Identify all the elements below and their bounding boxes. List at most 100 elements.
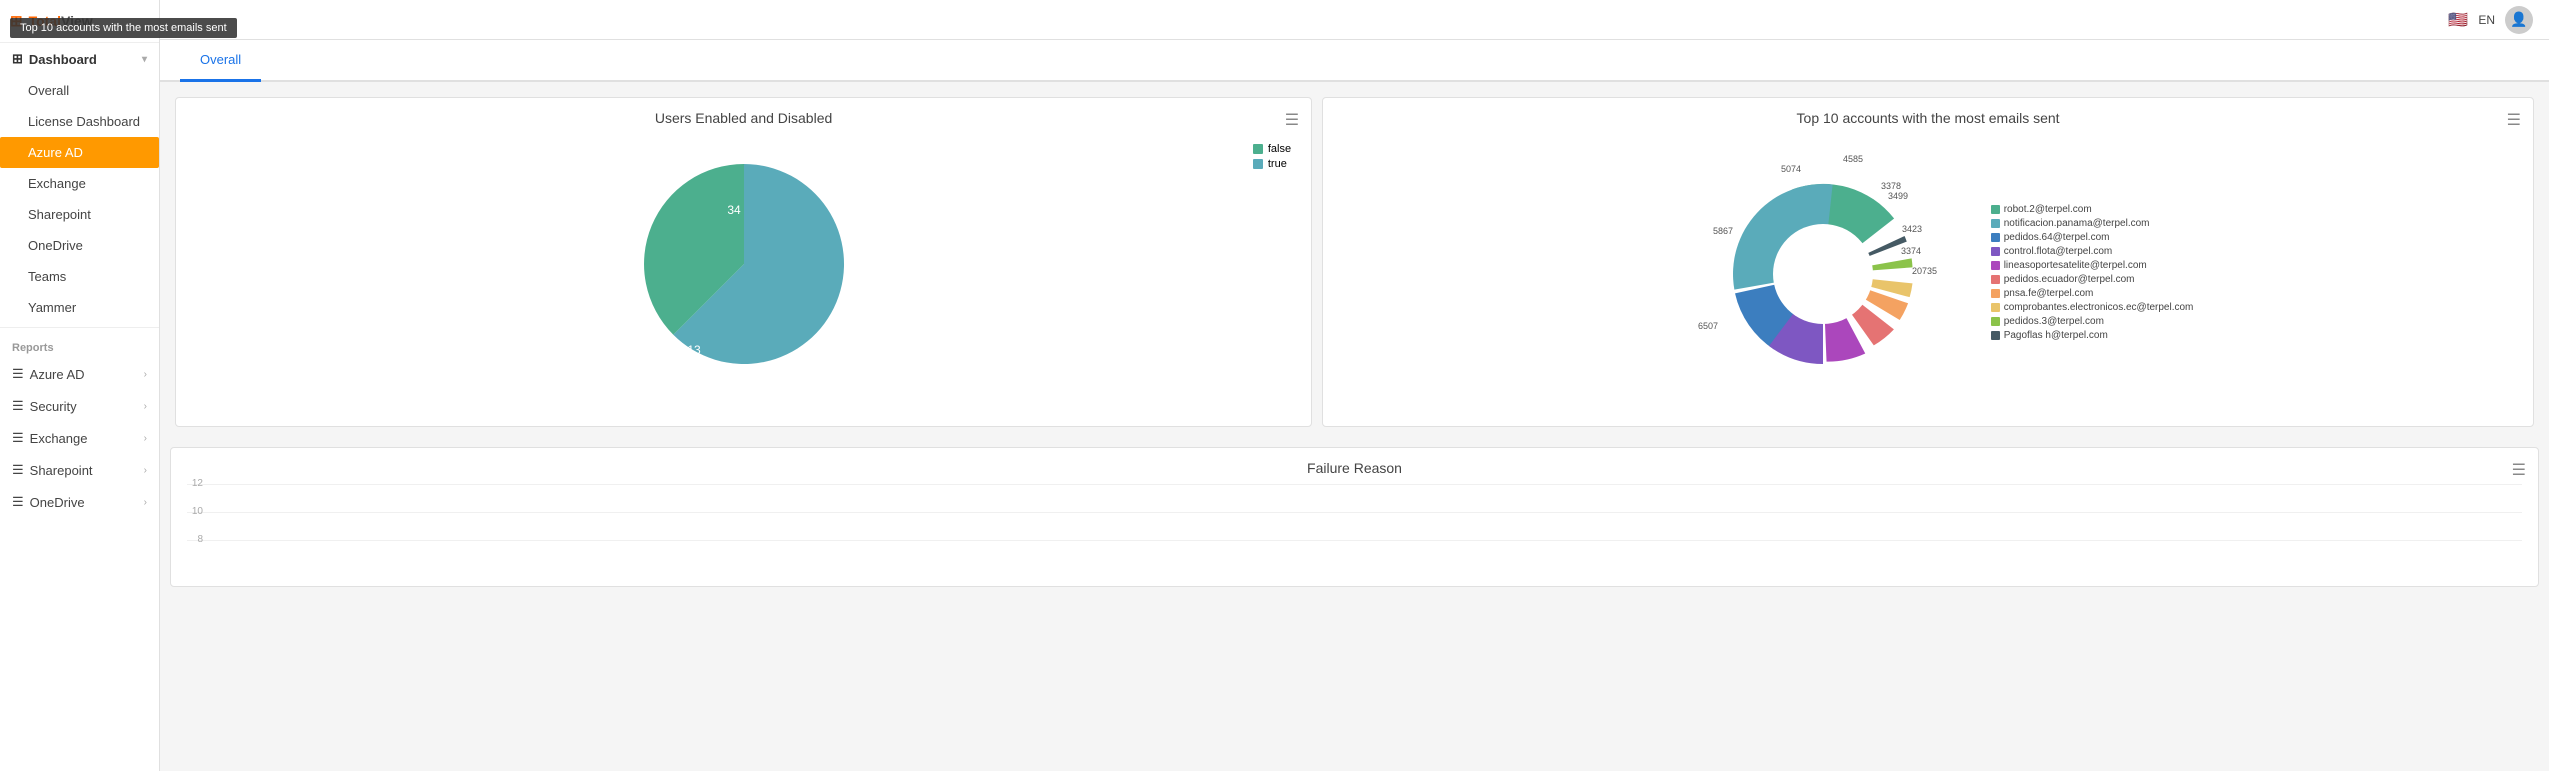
sharepoint-label: Sharepoint (28, 207, 91, 222)
failure-chart-menu-button[interactable]: ☰ (2512, 460, 2526, 480)
tab-overall[interactable]: Overall (180, 40, 261, 82)
donut-legend-7: pnsa.fe@terpel.com (1991, 288, 2194, 299)
donut-group (1718, 160, 1912, 371)
chevron-right-icon-security: › (144, 401, 147, 412)
legend-item-true: true (1253, 158, 1291, 170)
sidebar-item-license-dashboard[interactable]: License Dashboard (0, 106, 159, 137)
content-area: Overall Users Enabled and Disabled ☰ fal… (160, 40, 2549, 771)
donut-legend-10: Pagoflas h@terpel.com (1991, 330, 2194, 341)
legend-label-true: true (1268, 158, 1287, 170)
donut-legend-1: robot.2@terpel.com (1991, 204, 2194, 215)
label-20735: 20735 (1912, 266, 1937, 276)
list-icon-security: ☰ (12, 398, 24, 414)
label-5074: 5074 (1781, 164, 1801, 174)
sidebar-item-reports-security[interactable]: ☰ Security › (0, 390, 159, 422)
chevron-right-icon-onedrive: › (144, 497, 147, 508)
donut-chart-title: Top 10 accounts with the most emails sen… (1339, 110, 2517, 126)
sidebar-item-reports-sharepoint[interactable]: ☰ Sharepoint › (0, 454, 159, 486)
donut-legend-5: lineasoportesatelite@terpel.com (1991, 260, 2194, 271)
pie-legend: false true (1253, 143, 1291, 173)
failure-chart-grid: 12 10 8 (187, 484, 2522, 568)
azure-ad-label: Azure AD (28, 145, 83, 160)
pie-label-13: 13 (687, 343, 701, 357)
grid-label-10: 10 (187, 506, 207, 517)
donut-chart-card: Top 10 accounts with the most emails sen… (1322, 97, 2534, 427)
list-icon: ☰ (12, 366, 24, 382)
grid-line-12: 12 (187, 484, 2522, 512)
sidebar-item-overall[interactable]: Overall (0, 75, 159, 106)
sidebar-item-exchange[interactable]: Exchange (0, 168, 159, 199)
label-3499: 3499 (1888, 191, 1908, 201)
label-3374: 3374 (1901, 246, 1921, 256)
pie-chart-card: Users Enabled and Disabled ☰ false true (175, 97, 1312, 427)
sidebar-item-teams[interactable]: Teams (0, 261, 159, 292)
donut-chart-menu-button[interactable]: ☰ (2507, 110, 2521, 130)
main-content: 🇺🇸 EN 👤 Overall Users Enabled and Disabl… (160, 0, 2549, 771)
charts-row: Users Enabled and Disabled ☰ false true (160, 82, 2549, 442)
chevron-right-icon-exchange: › (144, 433, 147, 444)
donut-legend-8: comprobantes.electronicos.ec@terpel.com (1991, 302, 2194, 313)
reports-section-label: Reports (0, 332, 159, 358)
chevron-right-icon-sharepoint: › (144, 465, 147, 476)
grid-label-12: 12 (187, 478, 207, 489)
avatar[interactable]: 👤 (2505, 6, 2533, 34)
pie-chart-menu-button[interactable]: ☰ (1285, 110, 1299, 130)
sidebar-item-reports-azure-ad[interactable]: ☰ Azure AD › (0, 358, 159, 390)
sidebar-item-azure-ad[interactable]: Azure AD (0, 137, 159, 168)
donut-legend: robot.2@terpel.com notificacion.panama@t… (1991, 204, 2194, 344)
label-4585: 4585 (1843, 154, 1863, 164)
logo-icon: ⊞ (10, 12, 23, 30)
list-icon-onedrive: ☰ (12, 494, 24, 510)
pie-chart-title: Users Enabled and Disabled (192, 110, 1295, 126)
grid-icon: ⊞ (12, 51, 23, 67)
donut-legend-4: control.flota@terpel.com (1991, 246, 2194, 257)
chevron-right-icon: › (144, 369, 147, 380)
onedrive-label: OneDrive (28, 238, 83, 253)
list-icon-sharepoint: ☰ (12, 462, 24, 478)
failure-chart-title: Failure Reason (187, 460, 2522, 476)
legend-label-false: false (1268, 143, 1291, 155)
app-logo: ⊞ TotalView (0, 0, 159, 43)
overall-label: Overall (28, 83, 69, 98)
yammer-label: Yammer (28, 300, 76, 315)
pie-label-34: 34 (727, 203, 741, 217)
pie-svg: 34 13 (624, 144, 864, 384)
r-sharepoint-label: Sharepoint (30, 463, 93, 478)
r-onedrive-label: OneDrive (30, 495, 85, 510)
sidebar-item-dashboard[interactable]: ⊞ Dashboard ▾ (0, 43, 159, 75)
grid-label-8: 8 (187, 534, 207, 545)
tabs-bar: Overall (160, 40, 2549, 82)
sidebar-item-yammer[interactable]: Yammer (0, 292, 159, 323)
exchange-label: Exchange (28, 176, 86, 191)
pie-chart-visual: 34 13 (192, 134, 1295, 394)
language-label[interactable]: EN (2478, 13, 2495, 27)
sidebar-item-onedrive[interactable]: OneDrive (0, 230, 159, 261)
label-3378: 3378 (1881, 181, 1901, 191)
sidebar-item-sharepoint[interactable]: Sharepoint (0, 199, 159, 230)
donut-legend-3: pedidos.64@terpel.com (1991, 232, 2194, 243)
r-azure-ad-label: Azure AD (30, 367, 85, 382)
label-5867: 5867 (1713, 226, 1733, 236)
label-6507: 6507 (1698, 321, 1718, 331)
r-security-label: Security (30, 399, 77, 414)
donut-legend-9: pedidos.3@terpel.com (1991, 316, 2194, 327)
flag-icon: 🇺🇸 (2448, 10, 2468, 30)
donut-legend-2: notificacion.panama@terpel.com (1991, 218, 2194, 229)
grid-line-8: 8 (187, 540, 2522, 568)
dashboard-label: Dashboard (29, 52, 97, 67)
donut-chart-area: 20735 18281 6507 5867 5074 4585 3499 342… (1339, 134, 2517, 414)
grid-line-10: 10 (187, 512, 2522, 540)
topbar: 🇺🇸 EN 👤 (160, 0, 2549, 40)
chevron-down-icon: ▾ (142, 54, 147, 65)
failure-reason-card: Failure Reason ☰ 12 10 8 (170, 447, 2539, 587)
legend-dot-true (1253, 159, 1263, 169)
donut-svg: 20735 18281 6507 5867 5074 4585 3499 342… (1663, 134, 1983, 414)
sidebar-divider (0, 327, 159, 328)
list-icon-exchange: ☰ (12, 430, 24, 446)
sidebar: ⊞ TotalView Top 10 accounts with the mos… (0, 0, 160, 771)
donut-hole (1773, 224, 1873, 324)
donut-legend-6: pedidos.ecuador@terpel.com (1991, 274, 2194, 285)
license-dashboard-label: License Dashboard (28, 114, 140, 129)
sidebar-item-reports-onedrive[interactable]: ☰ OneDrive › (0, 486, 159, 518)
sidebar-item-reports-exchange[interactable]: ☰ Exchange › (0, 422, 159, 454)
